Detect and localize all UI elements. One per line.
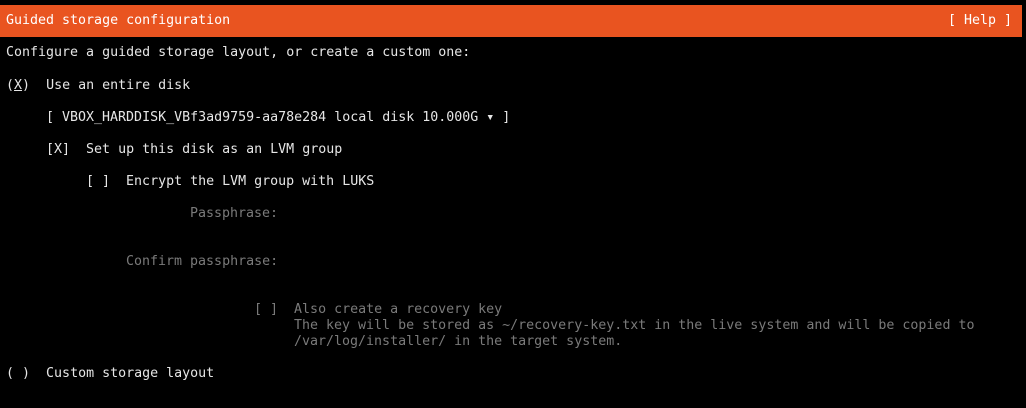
help-button[interactable]: [ Help ] (948, 13, 1012, 29)
disk-select-dropdown[interactable]: [ VBOX_HARDDISK_VBf3ad9759-aa78e284 loca… (46, 110, 510, 126)
checkbox-label: Set up this disk as an LVM group (86, 142, 343, 157)
checkbox-encrypt-luks[interactable]: [ ] Encrypt the LVM group with LUKS (86, 174, 374, 190)
passphrase-input[interactable] (294, 206, 694, 222)
radio-close-bracket: ) (22, 78, 31, 93)
recovery-key-description-line2: /var/log/installer/ in the target system… (294, 334, 623, 349)
title-bar: Guided storage configuration [ Help ] (0, 5, 1022, 37)
checkbox-recovery-key[interactable]: [ ] Also create a recovery key (254, 302, 502, 318)
radio-label: Custom storage layout (46, 366, 215, 381)
radio-box: ( ) (6, 366, 31, 381)
intro-text: Configure a guided storage layout, or cr… (6, 45, 471, 60)
radio-open-bracket: ( (6, 78, 15, 93)
confirm-passphrase-input[interactable] (294, 254, 694, 270)
checkbox-box: [ ] (254, 302, 279, 317)
checkbox-label: Also create a recovery key (294, 302, 503, 317)
checkbox-box: [ ] (86, 174, 111, 189)
passphrase-label: Passphrase: (190, 206, 279, 221)
radio-custom-storage-layout[interactable]: ( ) Custom storage layout (6, 366, 214, 382)
radio-mark: X (14, 78, 23, 93)
page-title: Guided storage configuration (6, 13, 231, 28)
recovery-key-description-line1: The key will be stored as ~/recovery-key… (294, 318, 975, 333)
radio-use-entire-disk[interactable]: (X) Use an entire disk (6, 78, 190, 94)
checkbox-label: Encrypt the LVM group with LUKS (126, 174, 375, 189)
checkbox-box: [X] (46, 142, 71, 157)
radio-label: Use an entire disk (46, 78, 191, 93)
confirm-passphrase-label: Confirm passphrase: (126, 254, 279, 269)
checkbox-lvm-group[interactable]: [X] Set up this disk as an LVM group (46, 142, 342, 158)
